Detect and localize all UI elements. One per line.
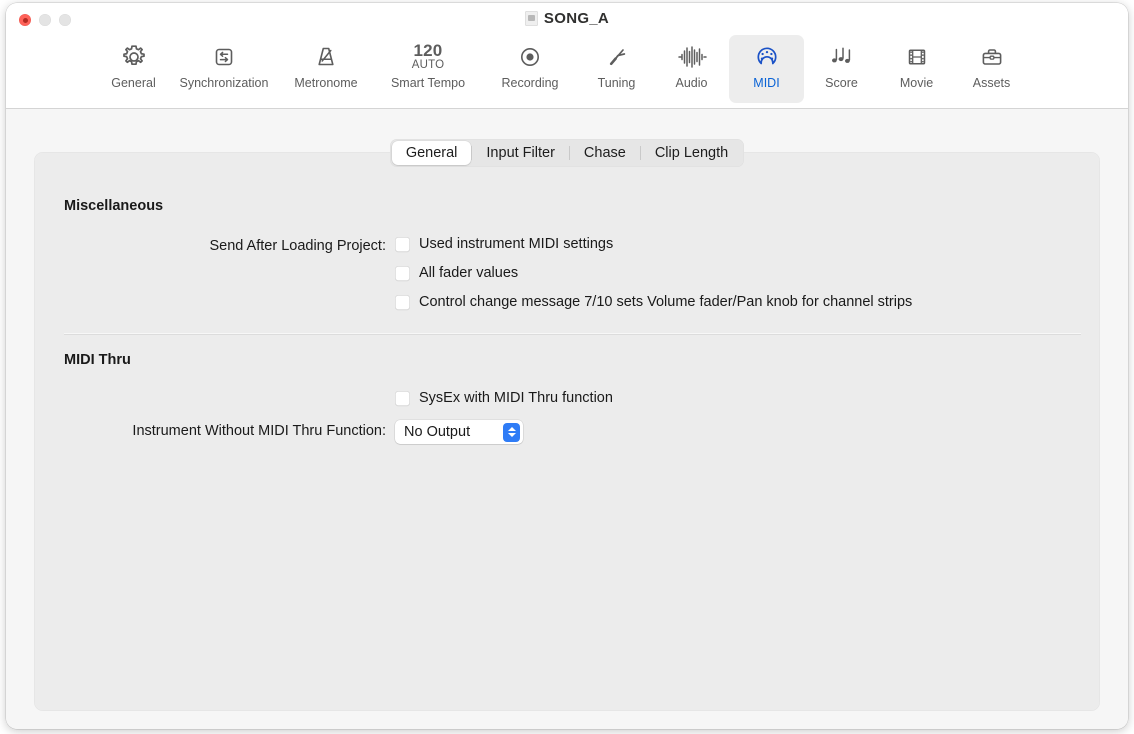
toolbar-label: Audio	[675, 76, 708, 90]
waveform-icon	[675, 39, 709, 75]
toolbar-item-recording[interactable]: Recording	[481, 35, 579, 103]
settings-panel: Miscellaneous Send After Loading Project…	[34, 152, 1100, 711]
window-title-text: SONG_A	[543, 10, 610, 27]
toolbar-label: Metronome	[294, 76, 358, 90]
section-divider	[64, 334, 1081, 335]
checkbox-box[interactable]	[395, 294, 410, 310]
checkbox-box[interactable]	[395, 390, 410, 406]
checkbox-used-instrument-midi-settings[interactable]: Used instrument MIDI settings	[395, 236, 613, 252]
checkbox-label: SysEx with MIDI Thru function	[419, 390, 613, 406]
tab-clip-length[interactable]: Clip Length	[641, 141, 742, 165]
chevron-up-down-icon[interactable]	[503, 422, 520, 442]
checkbox-sysex-with-midi-thru[interactable]: SysEx with MIDI Thru function	[395, 390, 613, 406]
toolbar-label: Synchronization	[179, 76, 269, 90]
preferences-toolbar: General Synchronization Metronome 120 AU…	[6, 35, 1128, 103]
toolbar-item-midi[interactable]: MIDI	[729, 35, 804, 103]
metronome-icon	[311, 39, 341, 75]
toolbar-label: Movie	[899, 76, 934, 90]
instrument-output-dropdown[interactable]: No Output	[395, 420, 523, 444]
checkbox-box[interactable]	[395, 265, 410, 281]
toolbar-item-audio[interactable]: Audio	[654, 35, 729, 103]
briefcase-icon	[977, 39, 1007, 75]
checkbox-control-change-message[interactable]: Control change message 7/10 sets Volume …	[395, 294, 912, 310]
tempo-icon: 120 AUTO	[412, 39, 445, 75]
dropdown-value: No Output	[404, 424, 471, 440]
section-heading-midi-thru: MIDI Thru	[64, 352, 131, 368]
tab-general[interactable]: General	[391, 141, 472, 165]
film-strip-icon	[902, 39, 932, 75]
checkbox-label: Control change message 7/10 sets Volume …	[419, 294, 913, 310]
segmented-control: General Input Filter Chase Clip Length	[389, 139, 745, 167]
tab-bar: General Input Filter Chase Clip Length	[6, 139, 1128, 167]
tempo-mode: AUTO	[411, 58, 445, 71]
toolbar-item-movie[interactable]: Movie	[879, 35, 954, 103]
toolbar-label: General	[111, 76, 156, 90]
toolbar-label: Smart Tempo	[390, 76, 466, 90]
toolbar-label: Recording	[501, 76, 559, 90]
toolbar-item-score[interactable]: Score	[804, 35, 879, 103]
send-after-loading-label: Send After Loading Project:	[209, 238, 386, 254]
toolbar-label: Score	[825, 76, 858, 90]
tab-chase[interactable]: Chase	[570, 141, 640, 165]
tempo-value: 120	[413, 40, 443, 60]
toolbar-label: Tuning	[597, 76, 636, 90]
toolbar-item-general[interactable]: General	[96, 35, 171, 103]
toolbar-item-tuning[interactable]: Tuning	[579, 35, 654, 103]
instrument-without-midi-thru-label: Instrument Without MIDI Thru Function:	[132, 423, 386, 439]
checkbox-box[interactable]	[395, 236, 410, 252]
document-icon	[524, 11, 538, 26]
record-icon	[515, 39, 545, 75]
toolbar-item-synchronization[interactable]: Synchronization	[171, 35, 277, 103]
toolbar-item-metronome[interactable]: Metronome	[277, 35, 375, 103]
window-title: SONG_A	[6, 10, 1128, 27]
titlebar: SONG_A General Synchronization Metronome…	[6, 3, 1128, 109]
gear-icon	[119, 39, 149, 75]
checkbox-label: Used instrument MIDI settings	[419, 236, 614, 252]
toolbar-label: Assets	[972, 76, 1011, 90]
preferences-body: General Input Filter Chase Clip Length M…	[6, 109, 1128, 729]
checkbox-label: All fader values	[419, 265, 519, 281]
tab-input-filter[interactable]: Input Filter	[472, 141, 569, 165]
sync-icon	[209, 39, 239, 75]
tuning-fork-icon	[602, 39, 632, 75]
music-notes-icon	[826, 39, 858, 75]
toolbar-item-smart-tempo[interactable]: 120 AUTO Smart Tempo	[375, 35, 481, 103]
section-heading-miscellaneous: Miscellaneous	[64, 198, 164, 214]
checkbox-all-fader-values[interactable]: All fader values	[395, 265, 518, 281]
toolbar-label: MIDI	[753, 76, 780, 90]
preferences-window: SONG_A General Synchronization Metronome…	[6, 3, 1128, 729]
toolbar-item-assets[interactable]: Assets	[954, 35, 1029, 103]
midi-din-icon	[752, 39, 782, 75]
